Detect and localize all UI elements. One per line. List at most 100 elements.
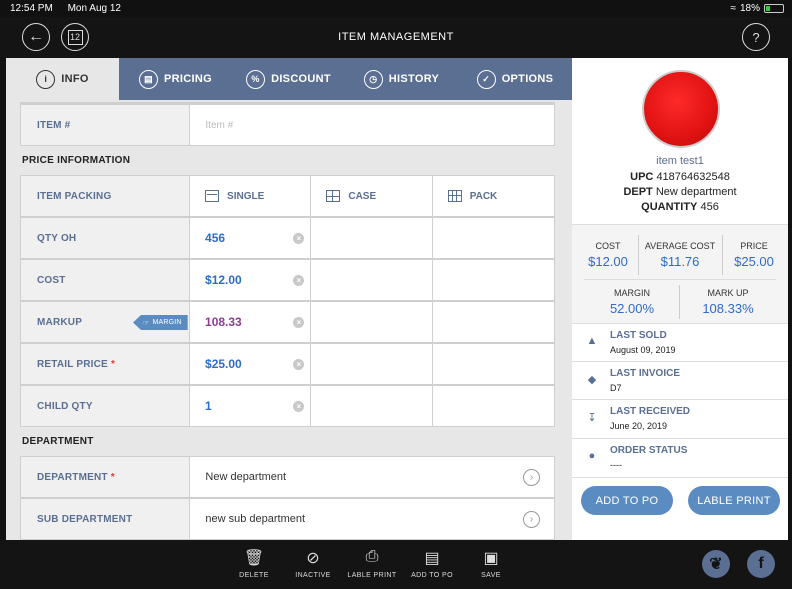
sub-department-value: new sub department (205, 513, 306, 525)
item-number-input[interactable]: Item # (190, 105, 554, 145)
markup-case-input[interactable] (311, 302, 433, 342)
order-status-item: ● ORDER STATUS ---- (586, 445, 688, 470)
department-row[interactable]: DEPARTMENT * New department › (20, 456, 555, 498)
clear-icon[interactable]: × (293, 359, 305, 370)
clear-icon[interactable]: × (293, 401, 305, 412)
clear-icon[interactable]: × (293, 275, 305, 286)
add-to-po-button[interactable]: ADD TO PO (581, 486, 673, 515)
last-received-label: LAST RECEIVED (610, 406, 691, 417)
dept-value: New department (655, 186, 737, 198)
packing-pack-label: PACK (469, 190, 498, 202)
qty-oh-label: QTY OH (21, 218, 191, 258)
child-qty-pack-input[interactable] (433, 386, 554, 426)
department-title: DEPARTMENT (22, 436, 94, 447)
tab-history[interactable]: ◷ HISTORY (345, 58, 458, 100)
upc-label: UPC (630, 171, 654, 183)
stat-margin: MARGIN 52.00% (586, 288, 678, 316)
quantity-value: 456 (700, 201, 719, 213)
help-button[interactable]: ? (742, 23, 770, 51)
last-sold-item: ▲ LAST SOLD August 09, 2019 (586, 330, 676, 355)
margin-toggle-label: MARGIN (152, 319, 182, 326)
child-qty-row: CHILD QTY 1 × (20, 385, 555, 427)
order-status-label: ORDER STATUS (610, 445, 688, 456)
download-icon: ↧ (587, 412, 597, 424)
page-title: ITEM MANAGEMENT (338, 31, 454, 43)
sub-department-label: SUB DEPARTMENT (21, 499, 191, 539)
tab-bar: i INFO ▤ PRICING % DISCOUNT ◷ HISTORY ✓ … (6, 58, 572, 100)
item-image[interactable] (642, 70, 720, 148)
stat-price: PRICE $25.00 (724, 241, 784, 269)
cost-single-input[interactable]: $12.00 × (190, 260, 312, 300)
grid-pack-icon (447, 190, 462, 202)
packing-case-header[interactable]: CASE (311, 176, 433, 216)
save-button[interactable]: ▣ SAVE (461, 548, 521, 579)
stat-average-cost-value: $11.76 (660, 254, 700, 269)
retail-price-pack-input[interactable] (433, 344, 554, 384)
percent-icon: % (246, 69, 266, 89)
child-qty-value: 1 (205, 399, 212, 413)
tab-info-label: INFO (61, 73, 89, 85)
tab-options-label: OPTIONS (501, 73, 554, 85)
status-date: Mon Aug 12 (67, 3, 121, 14)
markup-single-input[interactable]: 108.33 × (190, 302, 312, 342)
last-received-value: June 20, 2019 (610, 421, 668, 431)
clear-icon[interactable]: × (293, 233, 305, 244)
case-pack-icon (326, 190, 341, 202)
child-qty-case-input[interactable] (311, 386, 433, 426)
item-number-row: ITEM # Item # (20, 104, 555, 146)
inactive-button[interactable]: ⊘ INACTIVE (283, 548, 343, 579)
top-bar: ← 12 ITEM MANAGEMENT ? (0, 17, 792, 58)
price-information-title: PRICE INFORMATION (22, 155, 131, 166)
stat-cost-value: $12.00 (588, 254, 628, 269)
qty-oh-case-input[interactable] (311, 218, 433, 258)
sub-department-select[interactable]: new sub department › (190, 499, 554, 539)
packing-single-header[interactable]: SINGLE (190, 176, 312, 216)
tab-pricing-label: PRICING (164, 73, 212, 85)
stat-markup-label: MARK UP (707, 288, 749, 298)
dept-label: DEPT (623, 186, 653, 198)
tab-info[interactable]: i INFO (6, 58, 119, 100)
cost-case-input[interactable] (311, 260, 433, 300)
qty-oh-pack-input[interactable] (433, 218, 554, 258)
add-to-po-toolbar-button[interactable]: ▤ ADD TO PO (402, 548, 462, 579)
clear-icon[interactable]: × (293, 317, 305, 328)
last-received-item: ↧ LAST RECEIVED June 20, 2019 (586, 406, 690, 431)
packing-pack-header[interactable]: PACK (433, 176, 554, 216)
department-select[interactable]: New department › (190, 457, 554, 497)
retail-price-label-cell: RETAIL PRICE * (21, 344, 191, 384)
retail-price-case-input[interactable] (311, 344, 433, 384)
retail-price-single-input[interactable]: $25.00 × (190, 344, 312, 384)
margin-toggle-button[interactable]: ☞ MARGIN (133, 315, 188, 330)
stat-average-cost-label: AVERAGE COST (644, 241, 716, 251)
chevron-right-icon: › (523, 469, 540, 486)
tab-options[interactable]: ✓ OPTIONS (458, 58, 572, 100)
stat-average-cost: AVERAGE COST $11.76 (640, 241, 720, 269)
twitter-button[interactable]: ❦ (702, 550, 730, 578)
label-print-button[interactable]: LABLE PRINT (688, 486, 780, 515)
status-time: 12:54 PM (10, 3, 53, 14)
bag-icon: ▲ (586, 335, 598, 347)
info-icon: i (36, 69, 56, 89)
stat-markup-value: 108.33% (702, 301, 754, 316)
item-packing-row: ITEM PACKING SINGLE CASE PACK (20, 175, 555, 217)
item-number-label: ITEM # (21, 105, 191, 145)
packing-case-label: CASE (348, 190, 377, 202)
cost-row: COST $12.00 × (20, 259, 555, 301)
child-qty-single-input[interactable]: 1 × (190, 386, 312, 426)
cost-label: COST (21, 260, 191, 300)
cost-pack-input[interactable] (433, 260, 554, 300)
status-bar: 12:54 PM Mon Aug 12 ≈ 18% (0, 0, 792, 17)
facebook-button[interactable]: f (747, 550, 775, 578)
chevron-right-icon: › (523, 511, 540, 528)
layers-icon: ◆ (587, 374, 597, 386)
markup-pack-input[interactable] (433, 302, 554, 342)
tab-discount[interactable]: % DISCOUNT (232, 58, 345, 100)
sub-department-row[interactable]: SUB DEPARTMENT new sub department › (20, 498, 555, 540)
qty-oh-single-input[interactable]: 456 × (190, 218, 312, 258)
delete-button[interactable]: 🗑 DELETE (224, 548, 284, 579)
markup-label: MARKUP (37, 316, 83, 328)
label-print-toolbar-button[interactable]: ⎙ LABLE PRINT (342, 548, 402, 579)
last-invoice-label: LAST INVOICE (610, 368, 681, 379)
clock-icon: ◷ (363, 69, 383, 89)
tab-pricing[interactable]: ▤ PRICING (119, 58, 232, 100)
